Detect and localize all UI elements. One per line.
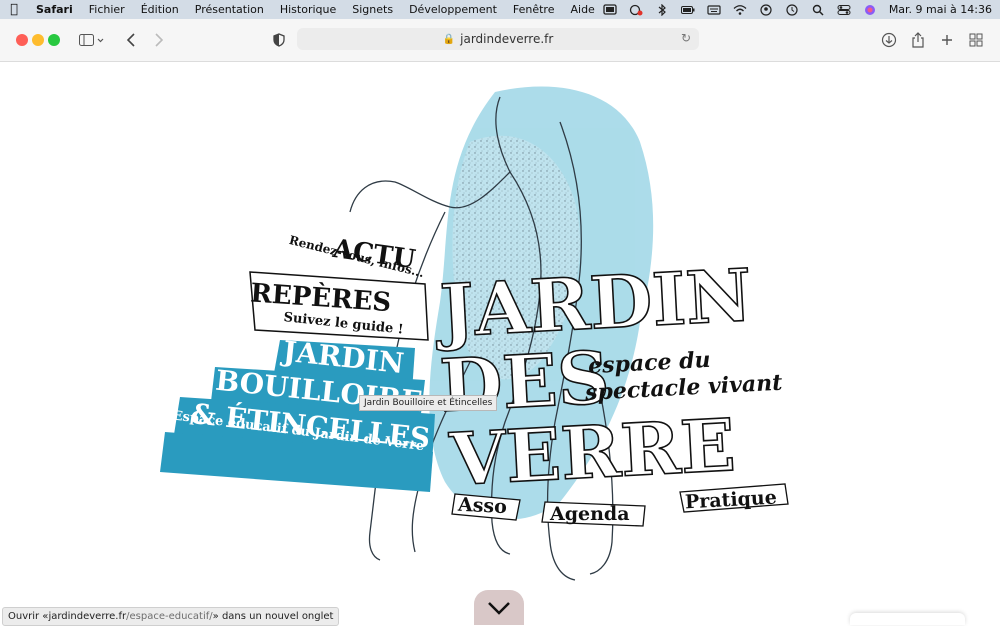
nav-espace-educatif[interactable]: JARDIN BOUILLOIRE & ÉTINCELLES Espace éd… [160,334,435,492]
tab-grid-icon [969,33,983,47]
share-button[interactable] [910,29,926,51]
link-tooltip: Jardin Bouilloire et Étincelles [359,395,498,411]
share-icon [912,32,924,48]
tagline: espace du spectacle vivant [584,347,783,406]
back-button[interactable] [124,29,138,51]
menu-signets[interactable]: Signets [344,3,401,16]
menu-developpement[interactable]: Développement [401,3,505,16]
downloads-button[interactable] [880,29,898,51]
forward-button[interactable] [152,29,166,51]
control-center-icon[interactable] [837,4,851,16]
link-status-bar: Ouvrir « jardindeverre.fr /espace-educat… [2,607,340,626]
status-domain: jardindeverre.fr [48,611,127,622]
chevron-left-icon [126,33,135,47]
tab-overview-button[interactable] [968,29,984,51]
wifi-icon[interactable] [733,4,747,16]
screen-mirroring-icon[interactable] [603,3,617,16]
nav-reperes[interactable]: REPÈRES Suivez le guide ! [249,271,429,341]
browser-toolbar: 🔒 jardindeverre.fr ↻ [0,19,1000,62]
recording-icon[interactable] [629,4,643,16]
home-artwork: JARDIN DES VERRE espace du spectacle viv… [160,86,789,581]
search-icon[interactable] [811,4,825,16]
menu-aide[interactable]: Aide [562,3,602,16]
menu-edition[interactable]: Édition [133,3,187,16]
sidebar-toggle-button[interactable] [76,29,108,51]
close-window-button[interactable] [16,34,28,46]
logo-line-verre: VERRE [447,402,737,502]
address-bar[interactable]: 🔒 jardindeverre.fr ↻ [297,28,699,50]
keyboard-icon[interactable] [707,4,721,16]
nav-asso[interactable]: Asso [457,494,508,519]
sidebar-icon [79,34,104,46]
fullscreen-window-button[interactable] [48,34,60,46]
menu-historique[interactable]: Historique [272,3,344,16]
download-icon [881,32,897,48]
time-machine-icon[interactable] [785,3,799,16]
shield-icon [273,33,285,47]
corner-popup [850,613,965,625]
menu-app-safari[interactable]: Safari [28,3,81,16]
menu-fichier[interactable]: Fichier [81,3,133,16]
chevron-down-icon [488,601,510,615]
status-prefix: Ouvrir « [8,611,49,622]
battery-icon[interactable] [680,4,695,16]
menu-clock[interactable]: Mar. 9 mai à 14:36 [889,3,992,16]
nav-pratique[interactable]: Pratique [684,487,777,514]
user-icon[interactable] [759,3,773,16]
privacy-report-button[interactable] [271,29,287,51]
nav-agenda[interactable]: Agenda [549,503,630,525]
web-page: JARDIN DES VERRE espace du spectacle viv… [0,62,1000,625]
status-suffix: » dans un nouvel onglet [212,611,334,622]
status-path: /espace-educatif/ [126,611,213,622]
siri-icon[interactable] [863,4,877,16]
minimize-window-button[interactable] [32,34,44,46]
menu-fenetre[interactable]: Fenêtre [505,3,563,16]
url-text: jardindeverre.fr [460,32,554,46]
bluetooth-icon[interactable] [655,3,669,16]
menu-bar:  Safari Fichier Édition Présentation Hi… [0,0,1000,19]
lock-icon: 🔒 [442,33,456,45]
plus-icon [942,35,952,45]
new-tab-button[interactable] [940,29,954,51]
chevron-right-icon [155,33,164,47]
nav-actu[interactable]: ACTU Rendez-vous, infos... [288,233,426,280]
menu-presentation[interactable]: Présentation [187,3,272,16]
apple-icon[interactable]:  [0,2,28,17]
reload-icon[interactable]: ↻ [681,31,691,45]
scroll-down-button[interactable] [474,590,524,625]
